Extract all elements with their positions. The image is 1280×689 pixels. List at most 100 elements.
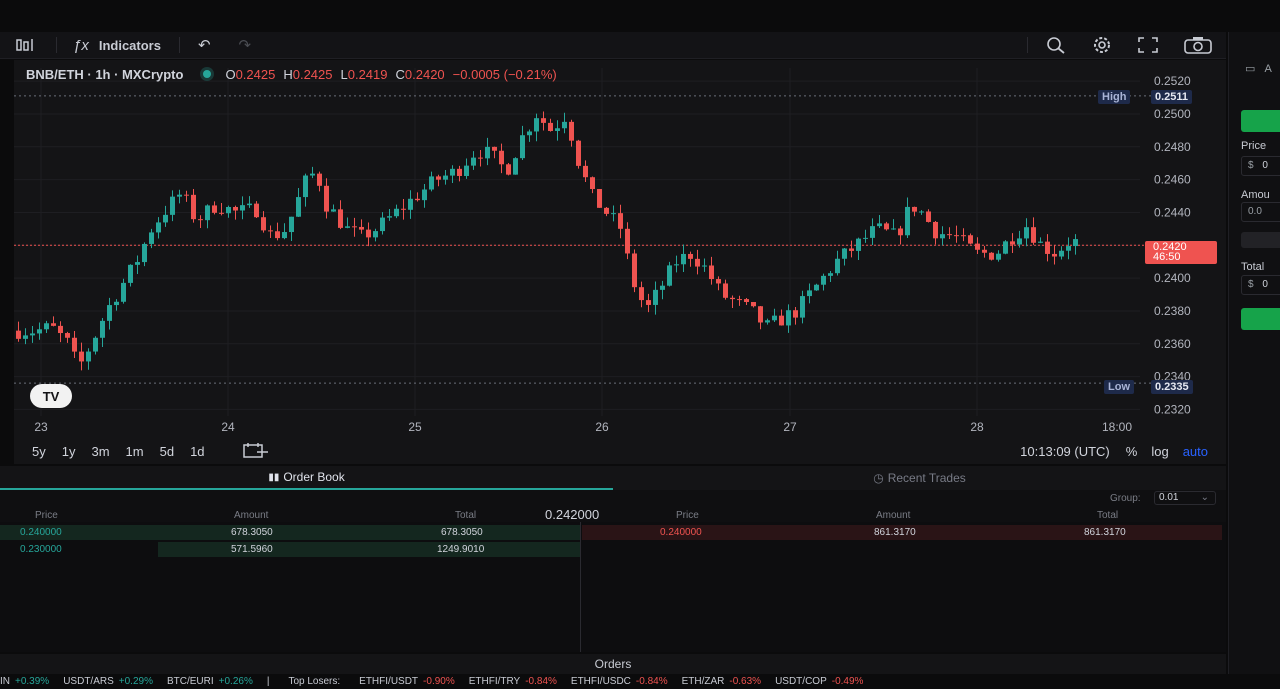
price-input[interactable]: $ 0: [1241, 156, 1280, 176]
high-tag-label: High: [1102, 91, 1127, 103]
settings-button[interactable]: [1092, 32, 1112, 58]
tab-recent-trades-label: Recent Trades: [887, 471, 966, 485]
total-label: Total: [1241, 261, 1265, 273]
candle-body: [247, 203, 252, 206]
redo-button[interactable]: ↷: [239, 32, 252, 58]
ticker-item[interactable]: ETHFI/TRY -0.84%: [469, 676, 557, 687]
candle-body: [709, 265, 714, 280]
x-tick-label: 26: [595, 420, 609, 434]
ticker-item[interactable]: |: [267, 676, 275, 687]
buy-toggle[interactable]: [1241, 110, 1280, 132]
candle-body: [121, 282, 126, 302]
candle-body: [1073, 239, 1078, 247]
market-ticker: IN +0.39% USDT/ARS +0.29% BTC/EURI +0.26% | Top…: [0, 674, 1280, 689]
candle-body: [289, 216, 294, 233]
candle-body: [968, 235, 973, 244]
timeframe-1d[interactable]: 1d: [190, 444, 204, 459]
candle-body: [275, 231, 280, 239]
high-tag: High: [1098, 90, 1131, 104]
sidebar-tab[interactable]: ▭ A: [1245, 62, 1272, 75]
candle-body: [688, 253, 693, 259]
undo-button[interactable]: ↶: [198, 32, 211, 58]
candle-body: [562, 121, 567, 129]
ticker-item[interactable]: ETHFI/USDT -0.90%: [359, 676, 455, 687]
total-input[interactable]: $ 0: [1241, 275, 1280, 295]
candle-body: [226, 206, 231, 214]
ticker-item[interactable]: IN +0.39%: [0, 676, 49, 687]
candle-body: [807, 290, 812, 297]
candle-body: [492, 146, 497, 151]
timeframe-3m[interactable]: 3m: [91, 444, 109, 459]
candle-body: [464, 165, 469, 176]
indicators-button[interactable]: ƒx Indicators: [73, 32, 161, 58]
candle-body: [268, 230, 273, 232]
timeframe-1y[interactable]: 1y: [62, 444, 76, 459]
low-tag-label: Low: [1108, 381, 1130, 393]
ticker-item[interactable]: ETH/ZAR -0.63%: [682, 676, 761, 687]
quick-search-button[interactable]: [1046, 32, 1066, 58]
price-label: Price: [1241, 140, 1267, 152]
ask-amount: 861.3170: [874, 527, 916, 538]
candle-body: [667, 265, 672, 286]
orders-panel-toggle[interactable]: Orders: [0, 654, 1226, 674]
candle-body: [1024, 227, 1029, 239]
high-tag-value: 0.2511: [1155, 91, 1189, 103]
candle-body: [513, 158, 518, 175]
mid-price: 0.242000: [545, 507, 600, 522]
table-row[interactable]: 0.240000 861.3170 861.3170: [582, 525, 1222, 540]
chart-type-button[interactable]: [16, 32, 36, 58]
candle-body: [604, 207, 609, 214]
candle-body: [737, 299, 742, 301]
timeframe-5y[interactable]: 5y: [32, 444, 46, 459]
candle-body: [100, 320, 105, 338]
y-tick-label: 0.2440: [1154, 205, 1191, 219]
table-row[interactable]: 0.230000 571.5960 1249.9010: [0, 542, 580, 557]
candle-body: [870, 226, 875, 238]
timeframe-1m[interactable]: 1m: [126, 444, 144, 459]
candle-body: [51, 323, 56, 326]
date-range-button[interactable]: [242, 442, 269, 461]
chevron-down-icon: ⌄: [1200, 492, 1209, 503]
candle-body: [996, 253, 1001, 260]
timeframe-5d[interactable]: 5d: [160, 444, 174, 459]
candles-icon: [16, 39, 33, 51]
bid-total-header: Total: [455, 510, 477, 521]
symbol-label[interactable]: BNB/ETH · 1h · MXCrypto: [26, 67, 183, 82]
high-value: 0.2425: [292, 66, 333, 82]
candle-body: [366, 229, 371, 238]
tab-recent-trades[interactable]: ◷ Recent Trades: [613, 466, 1226, 490]
screenshot-button[interactable]: [1184, 32, 1212, 58]
toolbar-divider: [56, 37, 57, 53]
ticker-symbol: |: [266, 676, 270, 687]
candle-body: [205, 205, 210, 221]
tradingview-logo[interactable]: TV: [30, 384, 72, 408]
open-label: O: [225, 66, 236, 82]
percent-toggle[interactable]: %: [1126, 444, 1138, 459]
ticker-item[interactable]: USDT/ARS +0.29%: [63, 676, 153, 687]
candle-body: [156, 222, 161, 233]
x-tick-label: 25: [408, 420, 422, 434]
ticker-item[interactable]: Top Losers:: [288, 676, 345, 687]
group-select[interactable]: 0.01 ⌄: [1154, 491, 1216, 505]
chart-canvas[interactable]: 0.2520 0.2500 0.2480 0.2460 0.2440 0.2420 0.24…: [14, 60, 1226, 438]
buy-button[interactable]: [1241, 308, 1280, 330]
ticker-symbol: ETH/ZAR: [681, 676, 725, 687]
amount-input[interactable]: 0.0: [1241, 202, 1280, 222]
log-toggle[interactable]: log: [1151, 444, 1168, 459]
auto-toggle[interactable]: auto: [1183, 444, 1208, 459]
ticker-item[interactable]: ETHFI/USDC -0.84%: [571, 676, 668, 687]
candle-body: [142, 243, 147, 263]
fullscreen-button[interactable]: [1138, 32, 1158, 58]
x-tick-label: 28: [970, 420, 984, 434]
clock-readout[interactable]: 10:13:09 (UTC): [1020, 444, 1110, 459]
tab-order-book[interactable]: ▮▮ Order Book: [0, 466, 613, 490]
amount-slider[interactable]: [1241, 232, 1280, 248]
ticker-item[interactable]: BTC/EURI +0.26%: [167, 676, 253, 687]
candle-body: [408, 198, 413, 210]
zoom-search-icon: [1047, 37, 1065, 54]
ticker-change: +0.26%: [218, 676, 253, 687]
ask-total-header: Total: [1097, 510, 1119, 521]
bid-amount: 678.3050: [231, 527, 273, 538]
ticker-item[interactable]: USDT/COP -0.49%: [775, 676, 863, 687]
table-row[interactable]: 0.240000 678.3050 678.3050: [0, 525, 580, 540]
